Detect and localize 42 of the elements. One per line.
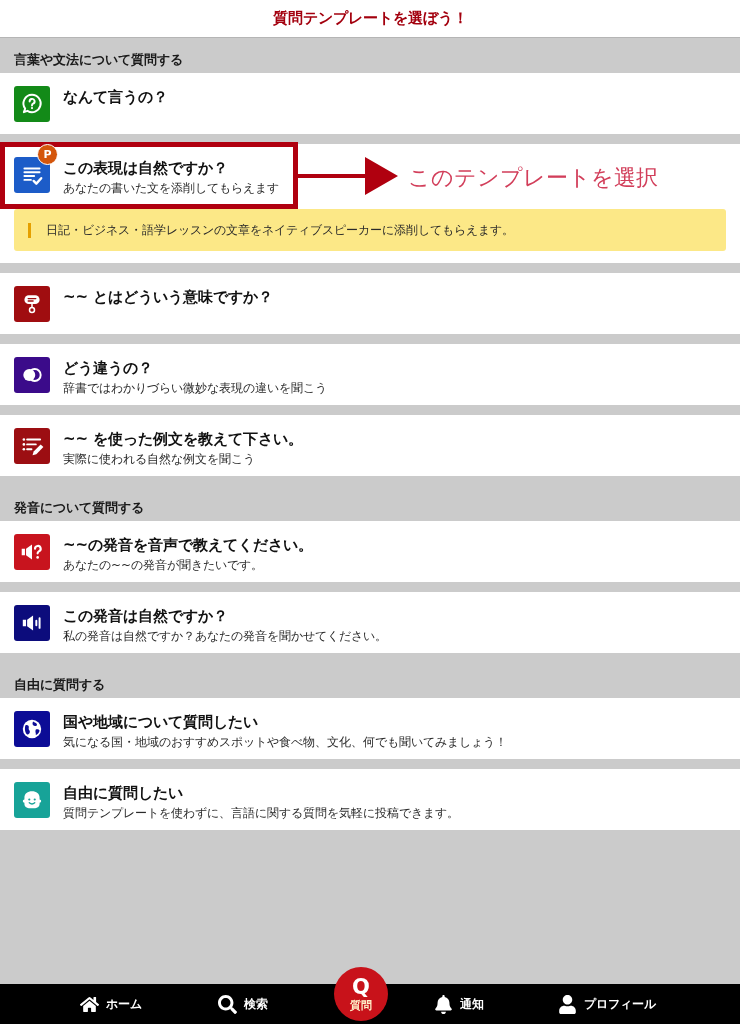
template-item[interactable]: この発音は自然ですか？ 私の発音は自然ですか？あなたの発音を聞かせてください。 bbox=[0, 592, 740, 653]
item-title: ~~ とはどういう意味ですか？ bbox=[63, 288, 274, 307]
template-item[interactable]: P この表現は自然ですか？ あなたの書いた文を添削してもらえます このテンプレートを選択 日記・ビジネス・語学レッスンの文章をネイティブスピーカーに添削してもらえます。 bbox=[0, 144, 740, 263]
template-item[interactable]: 自由に質問したい 質問テンプレートを使わずに、言語に関する質問を気軽に投稿できます。 bbox=[0, 769, 740, 830]
person-icon bbox=[558, 994, 577, 1014]
item-title: なんて言うの？ bbox=[63, 88, 168, 107]
item-title: ~~ を使った例文を教えて下さい。 bbox=[63, 430, 304, 449]
template-item[interactable]: ~~ を使った例文を教えて下さい。 実際に使われる自然な例文を聞こう bbox=[0, 415, 740, 476]
section-heading: 自由に質問する bbox=[14, 675, 105, 694]
bell-icon bbox=[434, 994, 453, 1014]
template-item[interactable]: なんて言うの？ bbox=[0, 73, 740, 134]
template-item[interactable]: どう違うの？ 辞書ではわかりづらい微妙な表現の違いを聞こう bbox=[0, 344, 740, 405]
search-tab[interactable]: 検索 bbox=[218, 994, 268, 1014]
item-description: あなたの書いた文を添削してもらえます bbox=[63, 180, 279, 196]
home-icon bbox=[80, 994, 99, 1014]
item-title: ~~の発音を音声で教えてください。 bbox=[63, 536, 314, 555]
points-badge: P bbox=[37, 144, 58, 165]
note-marker-icon bbox=[28, 222, 31, 238]
item-description: あなたの~~の発音が聞きたいです。 bbox=[63, 557, 265, 573]
page-title: 質問テンプレートを選ぼう！ bbox=[272, 8, 468, 30]
item-title: 自由に質問したい bbox=[63, 784, 184, 803]
template-item[interactable]: 国や地域について質問したい 気になる国・地域のおすすめスポットや食べ物、文化、何でも聞いてみましょう！ bbox=[0, 698, 740, 759]
item-description: 実際に使われる自然な例文を聞こう bbox=[63, 451, 256, 467]
item-description: 辞書ではわかりづらい微妙な表現の違いを聞こう bbox=[63, 380, 327, 396]
home-tab[interactable]: ホーム bbox=[80, 994, 142, 1014]
item-description: 気になる国・地域のおすすめスポットや食べ物、文化、何でも聞いてみましょう！ bbox=[63, 734, 507, 750]
item-description: 私の発音は自然ですか？あなたの発音を聞かせてください。 bbox=[63, 628, 387, 644]
ask-question-button[interactable]: Q 質問 bbox=[334, 967, 388, 1021]
item-description: 質問テンプレートを使わずに、言語に関する質問を気軽に投稿できます。 bbox=[63, 805, 459, 821]
profile-tab[interactable]: プロフィール bbox=[558, 994, 656, 1014]
item-title: この発音は自然ですか？ bbox=[63, 607, 229, 626]
note-text: 日記・ビジネス・語学レッスンの文章をネイティブスピーカーに添削してもらえます。 bbox=[46, 222, 514, 239]
item-title: この表現は自然ですか？ bbox=[63, 159, 229, 178]
callout-text: このテンプレートを選択 bbox=[408, 164, 658, 192]
notifications-tab[interactable]: 通知 bbox=[434, 994, 484, 1014]
search-icon bbox=[218, 994, 237, 1014]
section-heading: 発音について質問する bbox=[14, 498, 144, 517]
template-item[interactable]: ~~の発音を音声で教えてください。 あなたの~~の発音が聞きたいです。 bbox=[0, 521, 740, 582]
item-title: 国や地域について質問したい bbox=[63, 713, 259, 732]
template-item[interactable]: ~~ とはどういう意味ですか？ bbox=[0, 273, 740, 334]
section-heading: 言葉や文法について質問する bbox=[14, 50, 183, 69]
item-title: どう違うの？ bbox=[63, 359, 154, 378]
